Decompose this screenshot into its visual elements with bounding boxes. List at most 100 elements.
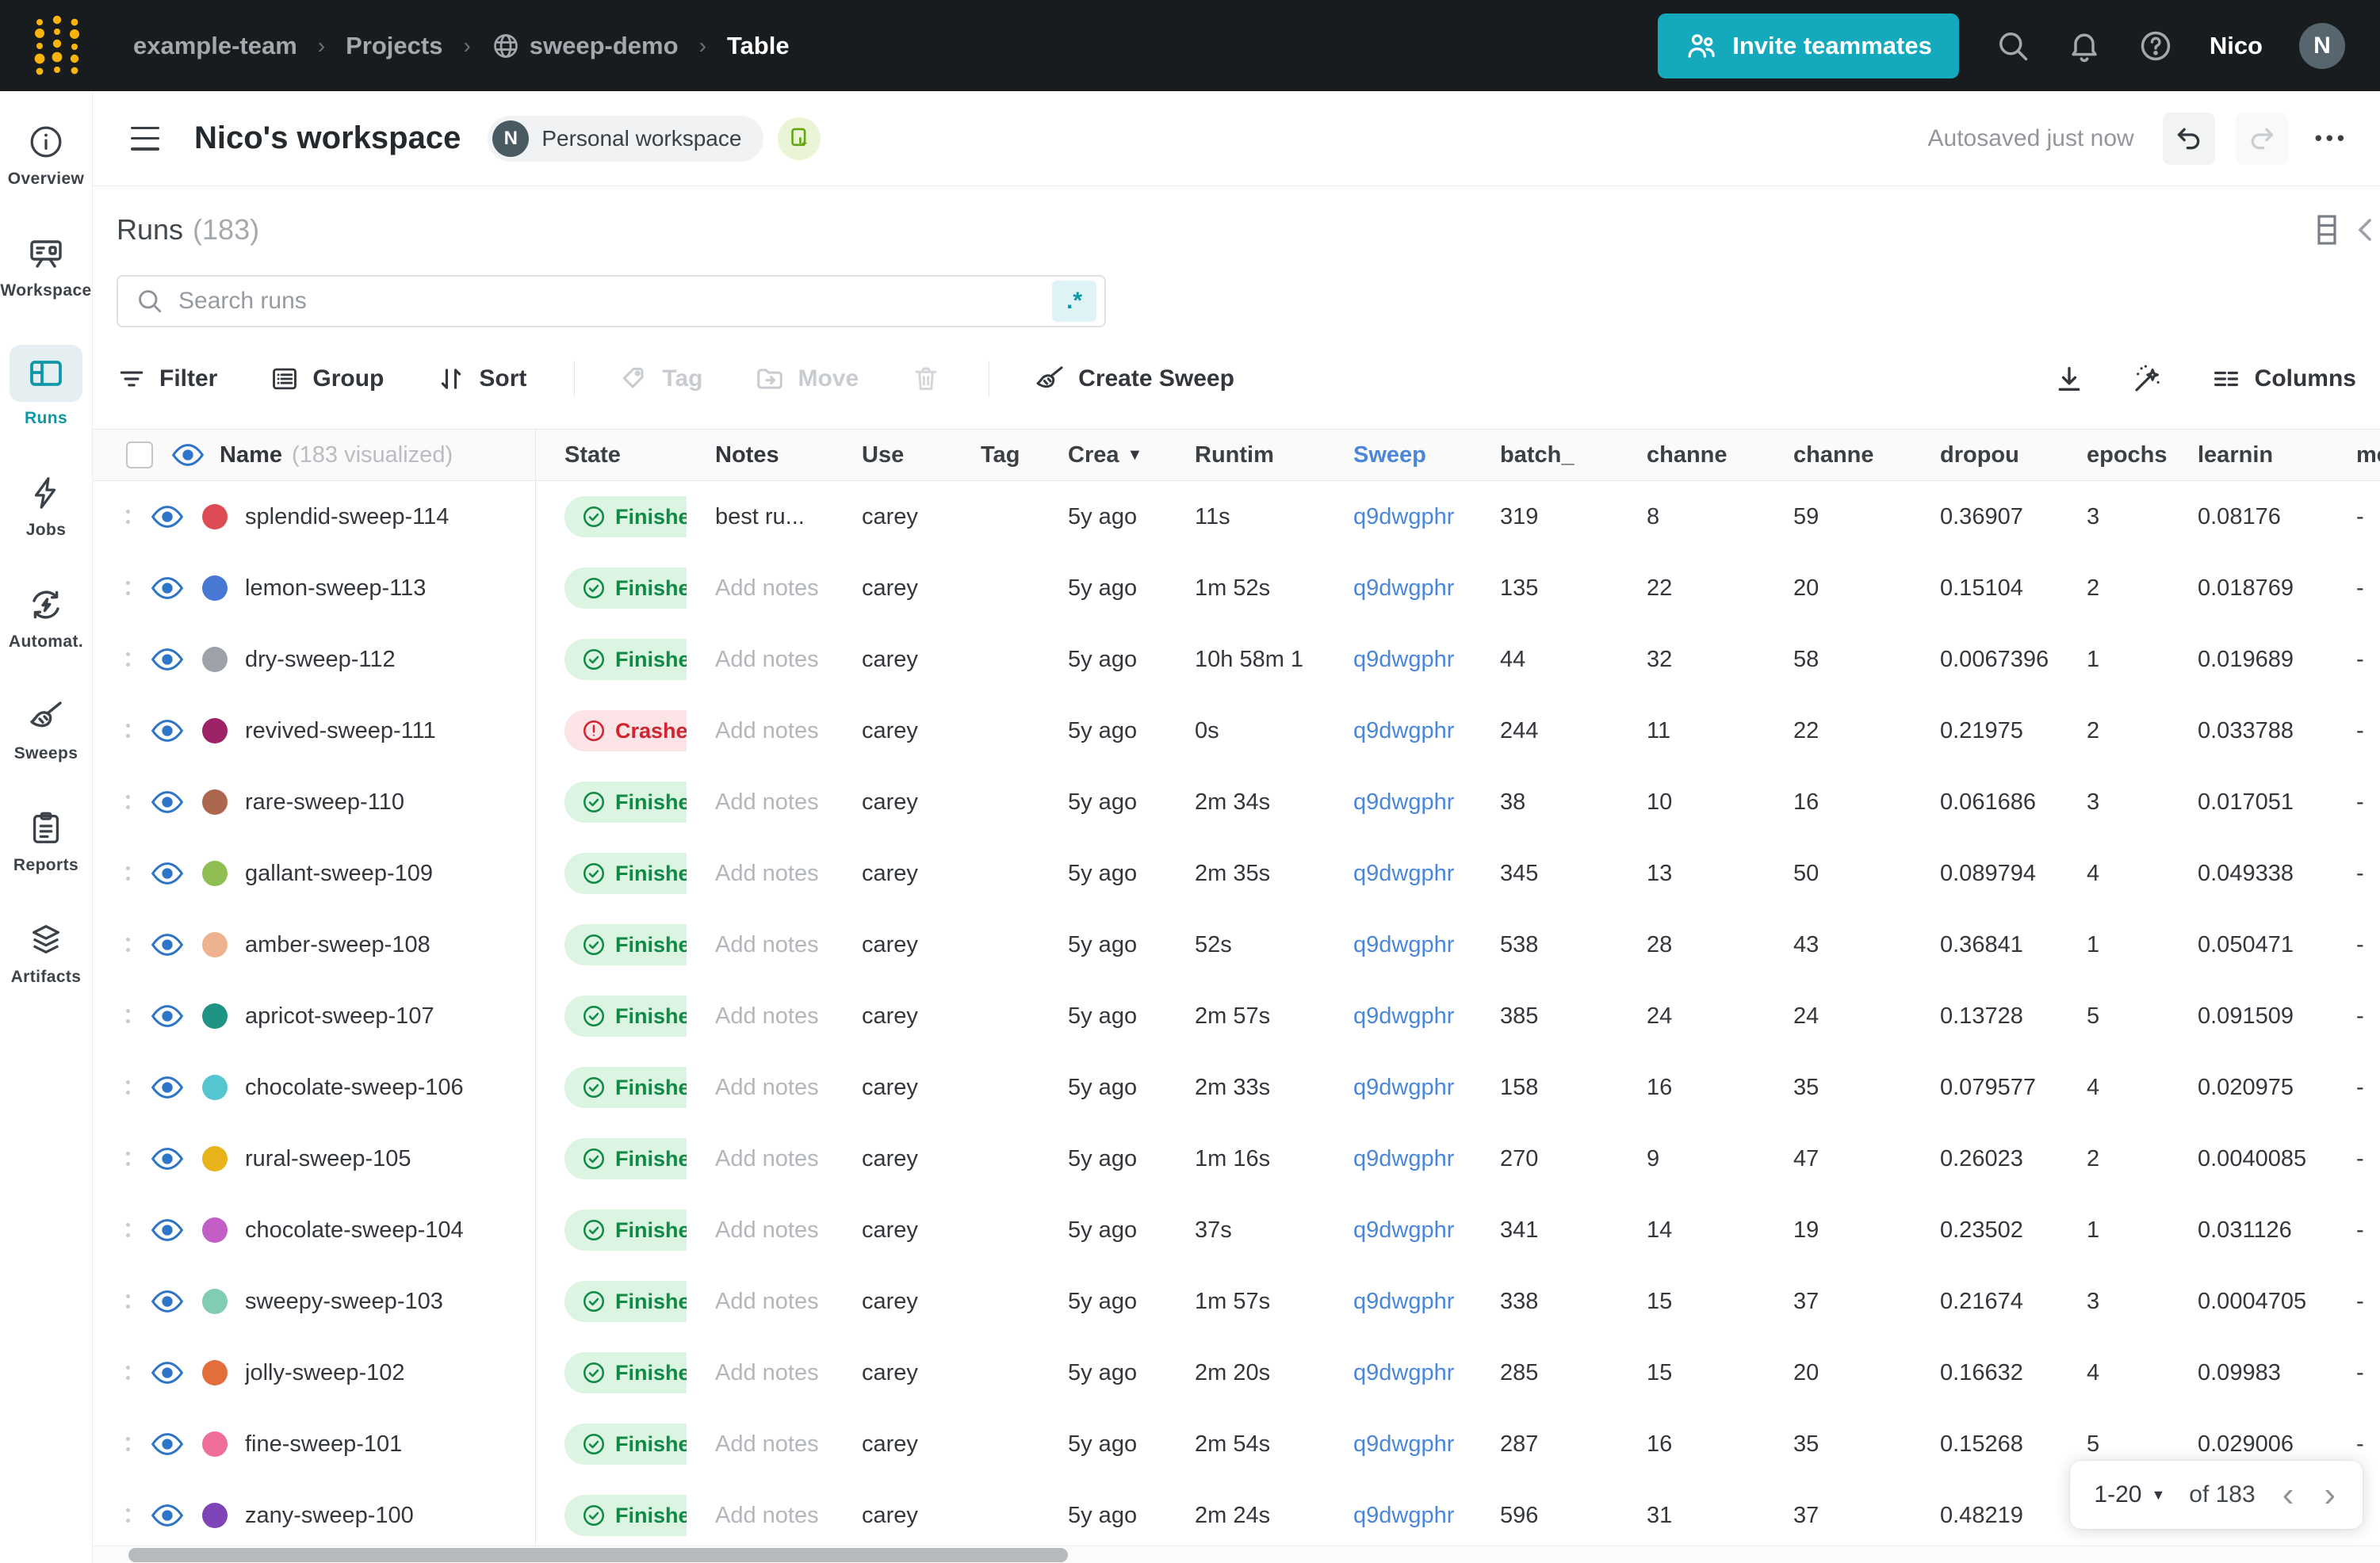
magic-wand-button[interactable]: [2131, 362, 2164, 396]
user-avatar[interactable]: N: [2299, 22, 2345, 69]
table-row[interactable]: gallant-sweep-109 FinishedAdd notes carey 5…: [93, 838, 2380, 909]
run-created[interactable]: 5y ago: [1039, 980, 1166, 1052]
run-sweep-link[interactable]: q9dwgphr: [1325, 1408, 1471, 1480]
breadcrumb-project[interactable]: sweep-demo: [530, 32, 679, 60]
filter-button[interactable]: Filter: [117, 364, 217, 394]
run-name-link[interactable]: amber-sweep-108: [245, 932, 430, 958]
export-download-button[interactable]: [2053, 363, 2085, 395]
wandb-logo-icon[interactable]: [32, 14, 84, 78]
sidebar-item-sweeps[interactable]: Sweeps: [14, 696, 78, 763]
run-notes[interactable]: Add notes: [687, 980, 833, 1052]
run-name-link[interactable]: splendid-sweep-114: [245, 504, 449, 530]
run-sweep-link[interactable]: q9dwgphr: [1325, 1337, 1471, 1408]
run-sweep-link[interactable]: q9dwgphr: [1325, 766, 1471, 838]
run-name-link[interactable]: rare-sweep-110: [245, 789, 404, 816]
run-name-link[interactable]: apricot-sweep-107: [245, 1003, 434, 1030]
run-notes[interactable]: Add notes: [687, 1194, 833, 1266]
table-row[interactable]: zany-sweep-100 FinishedAdd notes carey 5y a…: [93, 1480, 2380, 1551]
visibility-eye-icon[interactable]: [151, 576, 185, 600]
run-created[interactable]: 5y ago: [1039, 552, 1166, 624]
run-notes[interactable]: Add notes: [687, 695, 833, 766]
visibility-eye-icon[interactable]: [151, 1361, 185, 1385]
drag-handle-icon[interactable]: [126, 934, 132, 955]
run-notes[interactable]: best ru...: [687, 481, 833, 552]
visibility-eye-icon[interactable]: [151, 1218, 185, 1242]
table-row[interactable]: revived-sweep-111 CrashedAdd notes carey 5y…: [93, 695, 2380, 766]
personal-workspace-badge[interactable]: N Personal workspace: [488, 115, 764, 162]
column-header-tags[interactable]: Tag: [952, 430, 1039, 480]
run-name-link[interactable]: jolly-sweep-102: [245, 1360, 405, 1386]
drag-handle-icon[interactable]: [126, 720, 132, 741]
visibility-eye-icon[interactable]: [151, 648, 185, 671]
column-header-user[interactable]: Use: [833, 430, 952, 480]
run-created[interactable]: 5y ago: [1039, 909, 1166, 980]
column-header-learning-rate[interactable]: learnin: [2169, 430, 2328, 480]
run-name-link[interactable]: lemon-sweep-113: [245, 575, 426, 602]
run-notes[interactable]: Add notes: [687, 624, 833, 695]
drag-handle-icon[interactable]: [126, 1006, 132, 1026]
delete-button[interactable]: [911, 364, 941, 394]
run-name-link[interactable]: revived-sweep-111: [245, 718, 436, 744]
run-sweep-link[interactable]: q9dwgphr: [1325, 1266, 1471, 1337]
columns-button[interactable]: Columns: [2210, 363, 2356, 395]
next-page-button[interactable]: ›: [2321, 1477, 2339, 1512]
sidebar-item-workspace[interactable]: Workspace: [0, 233, 91, 300]
drag-handle-icon[interactable]: [126, 792, 132, 812]
column-header-dropout[interactable]: dropou: [1911, 430, 2058, 480]
run-notes[interactable]: Add notes: [687, 552, 833, 624]
invite-teammates-button[interactable]: Invite teammates: [1658, 13, 1959, 78]
run-created[interactable]: 5y ago: [1039, 1408, 1166, 1480]
run-created[interactable]: 5y ago: [1039, 1052, 1166, 1123]
run-notes[interactable]: Add notes: [687, 1266, 833, 1337]
run-name-link[interactable]: dry-sweep-112: [245, 647, 396, 673]
column-header-batch-size[interactable]: batch_: [1471, 430, 1618, 480]
help-icon[interactable]: [2138, 29, 2173, 63]
run-created[interactable]: 5y ago: [1039, 624, 1166, 695]
run-sweep-link[interactable]: q9dwgphr: [1325, 909, 1471, 980]
scrollbar-thumb[interactable]: [128, 1548, 1068, 1562]
run-created[interactable]: 5y ago: [1039, 1480, 1166, 1551]
visibility-eye-icon[interactable]: [151, 1432, 185, 1456]
rows-panel-icon[interactable]: [2313, 214, 2340, 246]
run-created[interactable]: 5y ago: [1039, 766, 1166, 838]
column-header-name[interactable]: Name: [220, 442, 282, 468]
column-header-created[interactable]: Crea ▼: [1039, 430, 1166, 480]
table-row[interactable]: rural-sweep-105 FinishedAdd notes carey 5y …: [93, 1123, 2380, 1194]
table-row[interactable]: chocolate-sweep-104 FinishedAdd notes care…: [93, 1194, 2380, 1266]
table-row[interactable]: splendid-sweep-114 Finishedbest ru... care…: [93, 481, 2380, 552]
table-row[interactable]: lemon-sweep-113 FinishedAdd notes carey 5y …: [93, 552, 2380, 624]
run-sweep-link[interactable]: q9dwgphr: [1325, 552, 1471, 624]
column-header-state[interactable]: State: [536, 430, 687, 480]
redo-button[interactable]: [2235, 112, 2288, 165]
run-name-link[interactable]: chocolate-sweep-104: [245, 1217, 464, 1244]
notifications-bell-icon[interactable]: [2067, 29, 2102, 63]
drag-handle-icon[interactable]: [126, 1362, 132, 1383]
drag-handle-icon[interactable]: [126, 1077, 132, 1098]
visibility-eye-icon[interactable]: [151, 1076, 185, 1099]
sidebar-item-runs[interactable]: Runs: [10, 345, 82, 428]
visibility-eye-icon[interactable]: [151, 1004, 185, 1028]
search-icon[interactable]: [1995, 29, 2030, 63]
workspace-menu-icon[interactable]: [131, 126, 159, 151]
sidebar-item-overview[interactable]: Overview: [8, 121, 85, 189]
visibility-eye-icon[interactable]: [151, 790, 185, 814]
run-created[interactable]: 5y ago: [1039, 1194, 1166, 1266]
run-sweep-link[interactable]: q9dwgphr: [1325, 1052, 1471, 1123]
drag-handle-icon[interactable]: [126, 1434, 132, 1454]
sort-button[interactable]: Sort: [436, 364, 526, 394]
group-button[interactable]: Group: [270, 364, 384, 394]
run-name-link[interactable]: fine-sweep-101: [245, 1431, 402, 1458]
run-notes[interactable]: Add notes: [687, 1480, 833, 1551]
visibility-eye-icon[interactable]: [151, 1147, 185, 1171]
run-sweep-link[interactable]: q9dwgphr: [1325, 1123, 1471, 1194]
run-name-link[interactable]: gallant-sweep-109: [245, 861, 433, 887]
table-row[interactable]: chocolate-sweep-106 FinishedAdd notes care…: [93, 1052, 2380, 1123]
run-notes[interactable]: Add notes: [687, 1123, 833, 1194]
visibility-eye-icon[interactable]: [151, 505, 185, 529]
tag-button[interactable]: Tag: [619, 364, 702, 394]
page-range-dropdown[interactable]: 1-20 ▼: [2094, 1481, 2165, 1508]
column-header-sweep[interactable]: Sweep: [1325, 430, 1471, 480]
move-button[interactable]: Move: [755, 364, 859, 394]
visibility-eye-icon[interactable]: [151, 933, 185, 957]
visibility-eye-icon[interactable]: [151, 719, 185, 743]
